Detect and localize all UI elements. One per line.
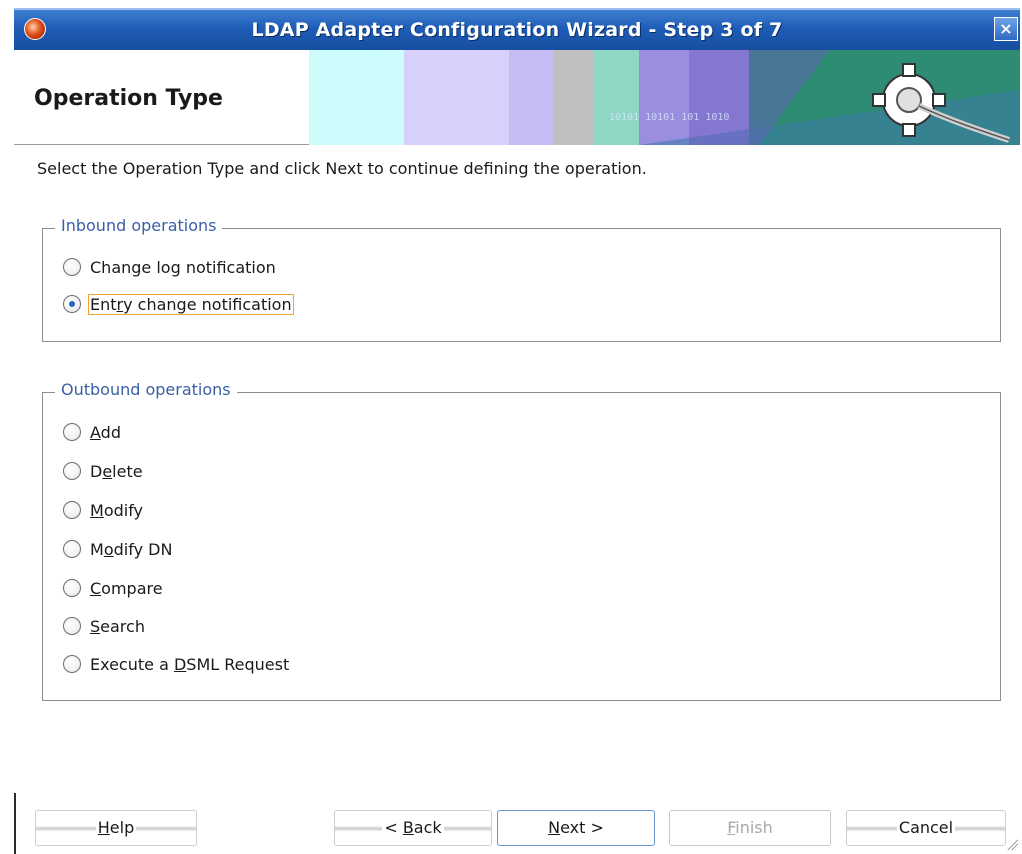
inbound-operations-group: Inbound operations Change log notificati…: [42, 216, 1001, 342]
wizard-header: Operation Type 10101 10101 101 1010: [14, 50, 1020, 145]
radio-button-selected[interactable]: [63, 295, 81, 313]
banner-binary-text: 10101 10101 101 1010: [609, 112, 729, 123]
instruction-text: Select the Operation Type and click Next…: [37, 159, 647, 178]
help-button[interactable]: Help: [35, 810, 197, 846]
option-label[interactable]: Modify DN: [88, 539, 174, 560]
radio-search[interactable]: Search: [63, 614, 147, 638]
option-label[interactable]: Execute a DSML Request: [88, 654, 291, 675]
radio-button[interactable]: [63, 423, 81, 441]
radio-button[interactable]: [63, 617, 81, 635]
radio-delete[interactable]: Delete: [63, 459, 145, 483]
option-label[interactable]: Delete: [88, 461, 145, 482]
option-label[interactable]: Modify: [88, 500, 145, 521]
radio-modify[interactable]: Modify: [63, 498, 145, 522]
radio-button[interactable]: [63, 579, 81, 597]
radio-button[interactable]: [63, 540, 81, 558]
option-label[interactable]: Change log notification: [88, 257, 278, 278]
radio-compare[interactable]: Compare: [63, 576, 165, 600]
resize-grip-icon[interactable]: [1006, 838, 1018, 850]
option-label[interactable]: Add: [88, 422, 123, 443]
window-title: LDAP Adapter Configuration Wizard - Step…: [251, 19, 783, 41]
option-label[interactable]: Search: [88, 616, 147, 637]
close-button[interactable]: ×: [994, 17, 1018, 41]
cancel-button[interactable]: Cancel: [846, 810, 1006, 846]
option-label[interactable]: Entry change notification: [88, 293, 294, 315]
radio-add[interactable]: Add: [63, 420, 123, 444]
radio-execute-dsml-request[interactable]: Execute a DSML Request: [63, 652, 291, 676]
window-edge-divider: [14, 793, 16, 854]
finish-button[interactable]: Finish: [669, 810, 831, 846]
back-button[interactable]: < Back: [334, 810, 492, 846]
radio-button[interactable]: [63, 655, 81, 673]
option-label[interactable]: Compare: [88, 578, 165, 599]
inbound-operations-legend: Inbound operations: [55, 216, 223, 235]
radio-entry-change-notification[interactable]: Entry change notification: [63, 292, 294, 316]
radio-button[interactable]: [63, 462, 81, 480]
outbound-operations-group: Outbound operations Add Delete Modify Mo…: [42, 380, 1001, 701]
radio-button[interactable]: [63, 501, 81, 519]
radio-change-log-notification[interactable]: Change log notification: [63, 255, 278, 279]
page-title: Operation Type: [34, 86, 223, 111]
radio-button[interactable]: [63, 258, 81, 276]
header-banner-image: 10101 10101 101 1010: [309, 50, 1020, 145]
next-button[interactable]: Next >: [497, 810, 655, 846]
title-bar[interactable]: LDAP Adapter Configuration Wizard - Step…: [14, 8, 1020, 50]
outbound-operations-legend: Outbound operations: [55, 380, 237, 399]
radio-modify-dn[interactable]: Modify DN: [63, 537, 174, 561]
